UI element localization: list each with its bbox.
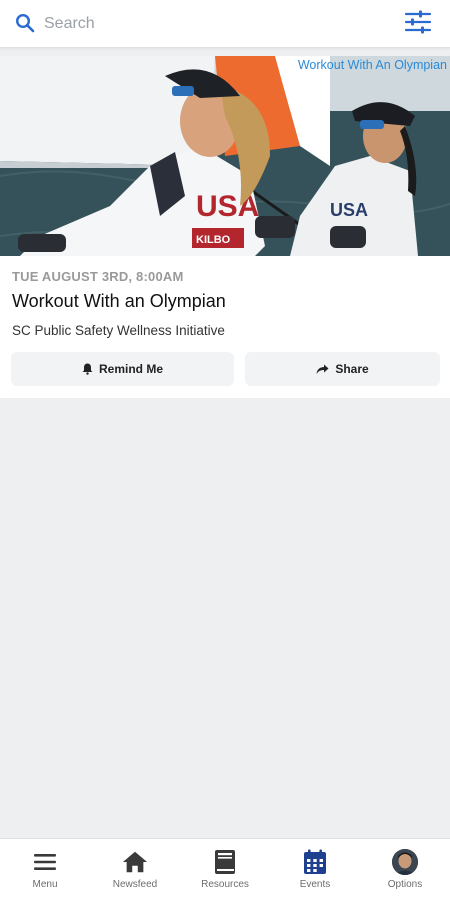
book-icon [212, 849, 238, 875]
share-button[interactable]: Share [245, 352, 440, 386]
nav-resources[interactable]: Resources [180, 839, 270, 900]
svg-text:USA: USA [330, 200, 368, 220]
nav-menu[interactable]: Menu [0, 839, 90, 900]
nav-label-menu: Menu [32, 879, 58, 890]
search-bar [0, 0, 450, 48]
search-icon[interactable] [15, 13, 35, 33]
home-icon [122, 849, 148, 875]
search-input[interactable] [44, 10, 364, 38]
remind-me-label: Remind Me [98, 362, 163, 376]
bell-icon [82, 363, 93, 375]
banner-title: Workout With An Olympian [297, 58, 447, 72]
nav-newsfeed[interactable]: Newsfeed [90, 839, 180, 900]
event-date: TUE AUGUST 3RD, 8:00AM [12, 269, 184, 284]
avatar [392, 849, 418, 875]
menu-icon [32, 849, 58, 875]
bottom-navigation: Menu Newsfeed Resources Events Options [0, 838, 450, 900]
nav-label-resources: Resources [201, 879, 249, 890]
calendar-icon [302, 849, 328, 875]
event-title[interactable]: Workout With an Olympian [12, 291, 226, 312]
event-organizer: SC Public Safety Wellness Initiative [12, 323, 225, 338]
event-card[interactable]: USA KILBO USA Workout With An Olympian T… [0, 56, 450, 398]
remind-me-button[interactable]: Remind Me [11, 352, 234, 386]
nav-options[interactable]: Options [360, 839, 450, 900]
filter-button[interactable] [404, 10, 432, 38]
nav-label-events: Events [299, 879, 331, 890]
nav-label-newsfeed: Newsfeed [112, 879, 158, 890]
svg-text:KILBO: KILBO [196, 234, 231, 246]
share-arrow-icon [316, 364, 329, 375]
share-label: Share [335, 362, 369, 376]
sliders-icon [404, 9, 432, 40]
nav-label-options: Options [387, 879, 423, 890]
event-banner-image[interactable]: USA KILBO USA Workout With An Olympian [0, 56, 450, 256]
nav-events[interactable]: Events [270, 839, 360, 900]
